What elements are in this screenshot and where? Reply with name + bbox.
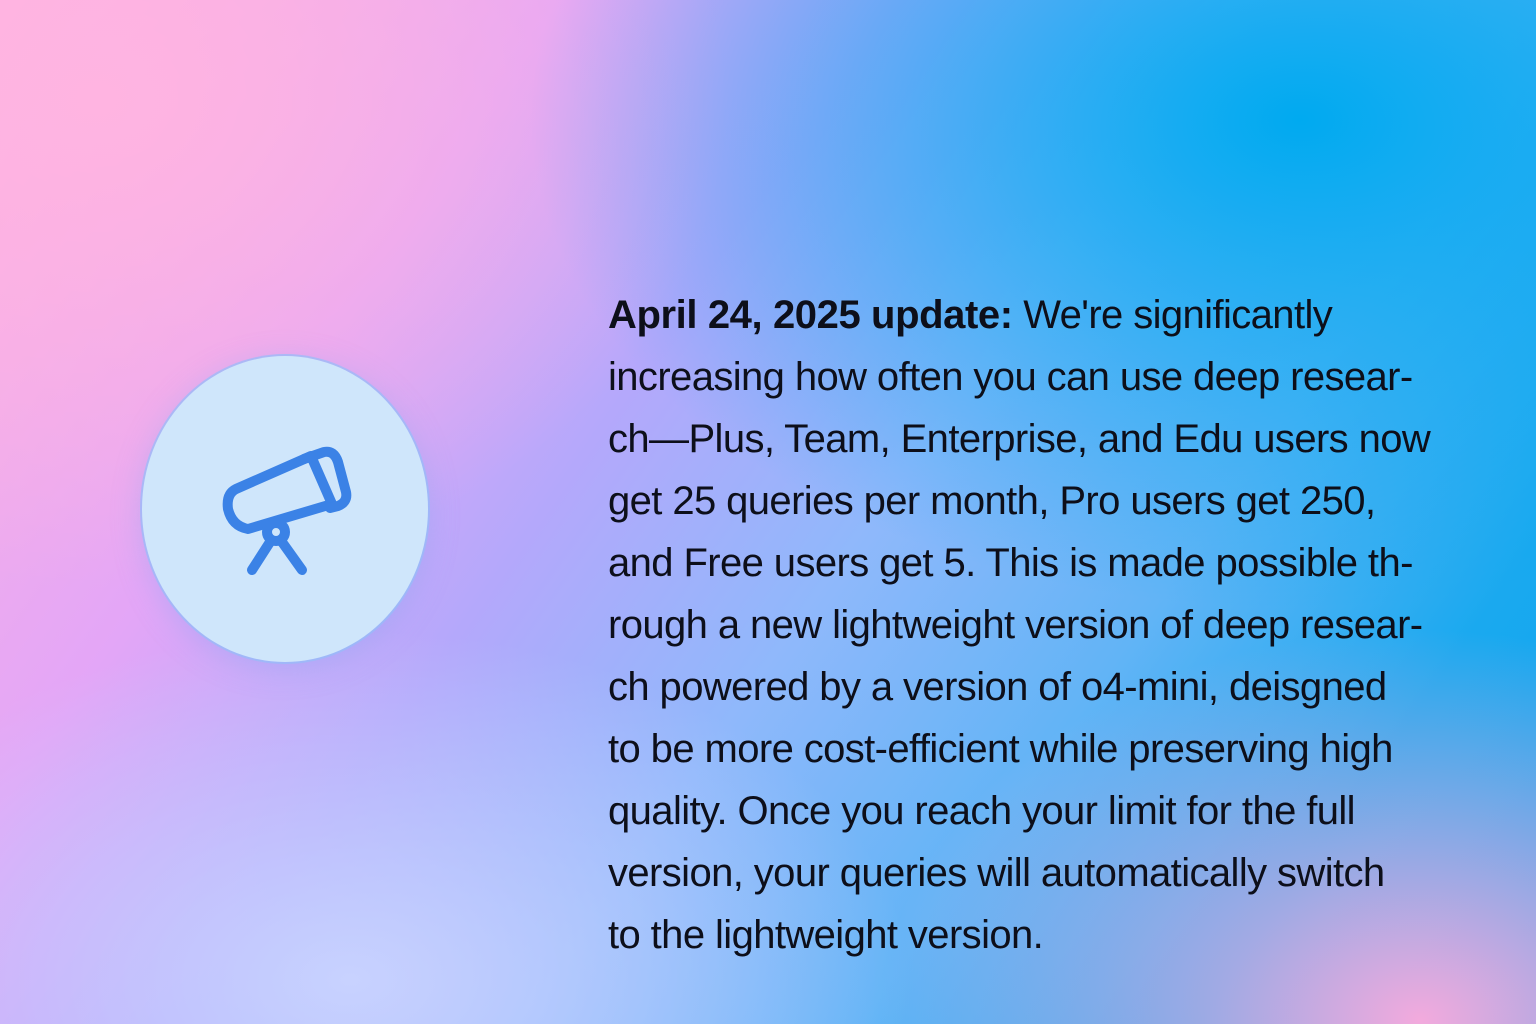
- announcement-line: rough a new lightweight version of deep …: [608, 603, 1423, 647]
- announcement-line: quality. Once you reach your limit for t…: [608, 789, 1356, 833]
- announcement-line: ch—Plus, Team, Enterprise, and Edu users…: [608, 417, 1431, 461]
- telescope-icon: [222, 446, 352, 575]
- announcement-line: and Free users get 5. This is made possi…: [608, 541, 1413, 585]
- telescope-icon-badge: [142, 356, 428, 662]
- announcement-line: version, your queries will automatically…: [608, 851, 1385, 895]
- announcement-line: get 25 queries per month, Pro users get …: [608, 479, 1376, 523]
- update-announcement: April 24, 2025 update: We're significant…: [608, 284, 1468, 966]
- announcement-line: to be more cost-efficient while preservi…: [608, 727, 1393, 771]
- announcement-line: We're significantly: [1012, 293, 1333, 337]
- announcement-line: to the lightweight version.: [608, 913, 1044, 957]
- update-headline: April 24, 2025 update:: [608, 293, 1013, 337]
- announcement-line: increasing how often you can use deep re…: [608, 355, 1413, 399]
- announcement-line: ch powered by a version of o4-mini, deis…: [608, 665, 1387, 709]
